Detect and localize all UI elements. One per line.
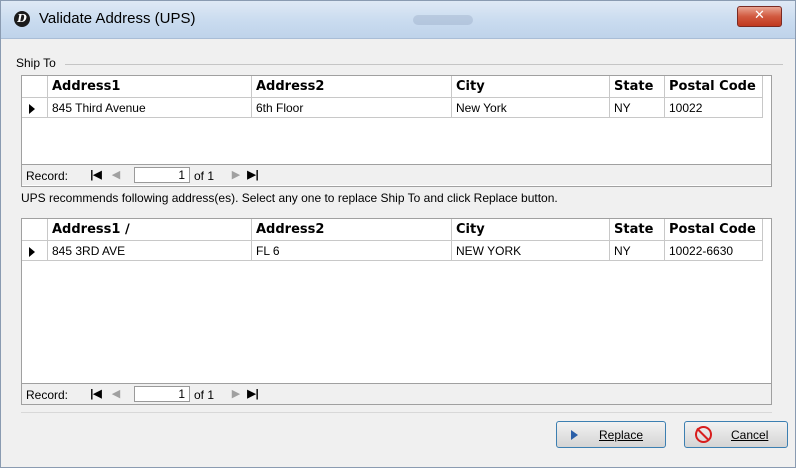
cell-city[interactable]: New York	[452, 98, 610, 118]
previous-record-icon[interactable]: ◀	[109, 168, 123, 182]
cell-state[interactable]: NY	[610, 241, 665, 261]
ship-to-group-label: Ship To	[16, 56, 56, 70]
cell-address2[interactable]: 6th Floor	[252, 98, 452, 118]
row-selector-header	[22, 76, 48, 98]
close-icon: ✕	[754, 8, 765, 23]
record-label: Record:	[26, 388, 69, 402]
cell-state[interactable]: NY	[610, 98, 665, 118]
row-selector[interactable]	[22, 98, 48, 118]
ship-to-record-navigator: Record: |◀ ◀ 1 of 1 ▶ ▶|	[22, 164, 771, 185]
column-header-address1[interactable]: Address1 ∕	[48, 219, 252, 241]
recommended-record-navigator: Record: |◀ ◀ 1 of 1 ▶ ▶|	[22, 383, 771, 404]
replace-button-label: Replace	[599, 428, 644, 442]
cell-address1[interactable]: 845 Third Avenue	[48, 98, 252, 118]
column-header-state[interactable]: State	[610, 76, 665, 98]
previous-record-icon[interactable]: ◀	[109, 387, 123, 401]
cancel-icon	[695, 426, 712, 443]
cell-postal-code[interactable]: 10022-6630	[665, 241, 763, 261]
cell-city[interactable]: NEW YORK	[452, 241, 610, 261]
close-button[interactable]: ✕	[737, 6, 782, 27]
column-header-city[interactable]: City	[452, 219, 610, 241]
cancel-button[interactable]: Cancel	[684, 421, 788, 448]
cell-address1[interactable]: 845 3RD AVE	[48, 241, 252, 261]
last-record-icon[interactable]: ▶|	[246, 387, 260, 401]
column-header-postal-code[interactable]: Postal Code	[665, 76, 763, 98]
app-logo-icon: D	[14, 11, 30, 27]
next-record-icon[interactable]: ▶	[229, 387, 243, 401]
column-header-postal-code[interactable]: Postal Code	[665, 219, 763, 241]
record-number-input[interactable]: 1	[134, 386, 190, 402]
recommended-address-grid: Address1 ∕ Address2 City State Postal Co…	[21, 218, 772, 405]
record-number-input[interactable]: 1	[134, 167, 190, 183]
group-divider	[65, 64, 783, 65]
next-record-icon[interactable]: ▶	[229, 168, 243, 182]
row-selector-header	[22, 219, 48, 241]
record-count: of 1	[194, 388, 215, 402]
dialog-window: D Validate Address (UPS) ✕ Ship To Addre…	[0, 0, 796, 468]
row-selector[interactable]	[22, 241, 48, 261]
title-bar[interactable]: D Validate Address (UPS) ✕	[1, 1, 795, 39]
button-area-divider	[21, 412, 772, 413]
column-header-state[interactable]: State	[610, 219, 665, 241]
dialog-body: Ship To Address1 Address2 City State Pos…	[7, 45, 789, 462]
ship-to-grid: Address1 Address2 City State Postal Code…	[21, 75, 772, 187]
recommendation-message: UPS recommends following address(es). Se…	[21, 191, 558, 205]
cell-postal-code[interactable]: 10022	[665, 98, 763, 118]
column-header-address2[interactable]: Address2	[252, 76, 452, 98]
cell-address2[interactable]: FL 6	[252, 241, 452, 261]
current-row-arrow-icon	[29, 247, 35, 257]
first-record-icon[interactable]: |◀	[89, 387, 103, 401]
current-row-arrow-icon	[29, 104, 35, 114]
column-header-city[interactable]: City	[452, 76, 610, 98]
window-title: Validate Address (UPS)	[39, 10, 196, 27]
record-label: Record:	[26, 169, 69, 183]
last-record-icon[interactable]: ▶|	[246, 168, 260, 182]
replace-button[interactable]: Replace	[556, 421, 666, 448]
play-icon	[571, 430, 578, 440]
title-bar-shadow	[413, 15, 473, 25]
first-record-icon[interactable]: |◀	[89, 168, 103, 182]
cancel-button-label: Cancel	[731, 428, 769, 442]
column-header-address1[interactable]: Address1	[48, 76, 252, 98]
record-count: of 1	[194, 169, 215, 183]
column-header-address2[interactable]: Address2	[252, 219, 452, 241]
